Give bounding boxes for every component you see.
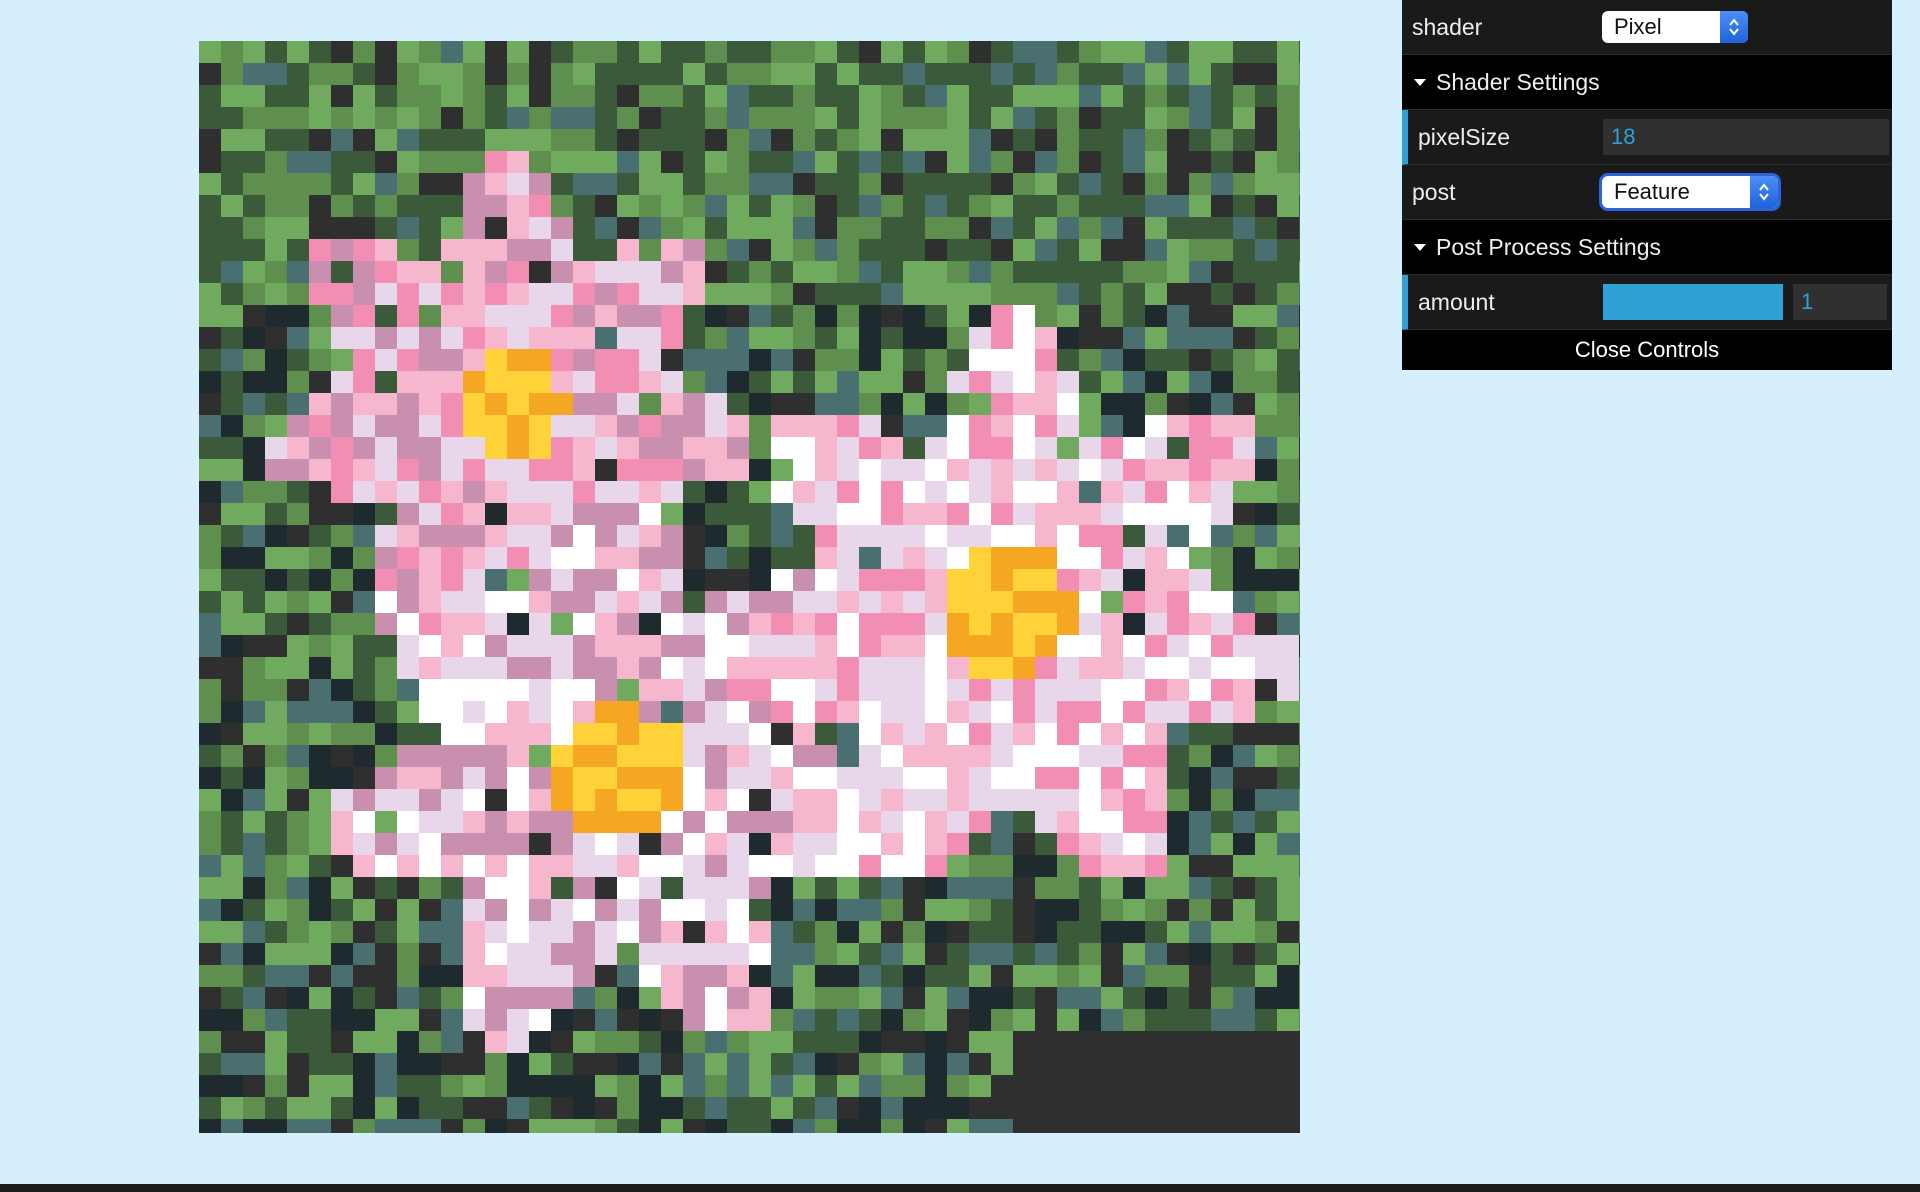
pixelsize-input[interactable]: 18 [1603, 119, 1889, 155]
console-strip [0, 1184, 1920, 1192]
shader-row: shader Pixel [1402, 0, 1892, 55]
amount-input[interactable]: 1 [1793, 284, 1887, 320]
shader-select-value: Pixel [1614, 14, 1662, 39]
post-select-value: Feature [1614, 179, 1690, 204]
amount-row: amount 1 [1402, 275, 1892, 330]
shader-label: shader [1412, 13, 1483, 40]
post-settings-folder[interactable]: Post Process Settings [1402, 220, 1892, 275]
shader-select[interactable]: Pixel [1602, 11, 1748, 43]
pixelsize-label: pixelSize [1418, 123, 1511, 150]
post-select[interactable]: Feature [1602, 176, 1778, 208]
post-label: post [1412, 178, 1456, 205]
post-row: post Feature [1402, 165, 1892, 220]
amount-label: amount [1418, 288, 1495, 315]
render-canvas[interactable] [199, 41, 1300, 1133]
post-settings-title: Post Process Settings [1436, 233, 1661, 260]
pixelated-flower-image [199, 41, 1300, 1133]
controls-panel: shader Pixel Shader Settings pixelSize 1… [1402, 0, 1892, 370]
caret-down-icon [1414, 78, 1426, 86]
select-arrows-icon [1720, 11, 1748, 43]
shader-settings-title: Shader Settings [1436, 68, 1600, 95]
amount-slider-fill [1603, 284, 1783, 320]
close-controls-button[interactable]: Close Controls [1402, 330, 1892, 370]
shader-settings-folder[interactable]: Shader Settings [1402, 55, 1892, 110]
amount-slider[interactable] [1603, 284, 1783, 320]
select-arrows-icon [1750, 176, 1778, 208]
pixelsize-row: pixelSize 18 [1402, 110, 1892, 165]
caret-down-icon [1414, 243, 1426, 251]
